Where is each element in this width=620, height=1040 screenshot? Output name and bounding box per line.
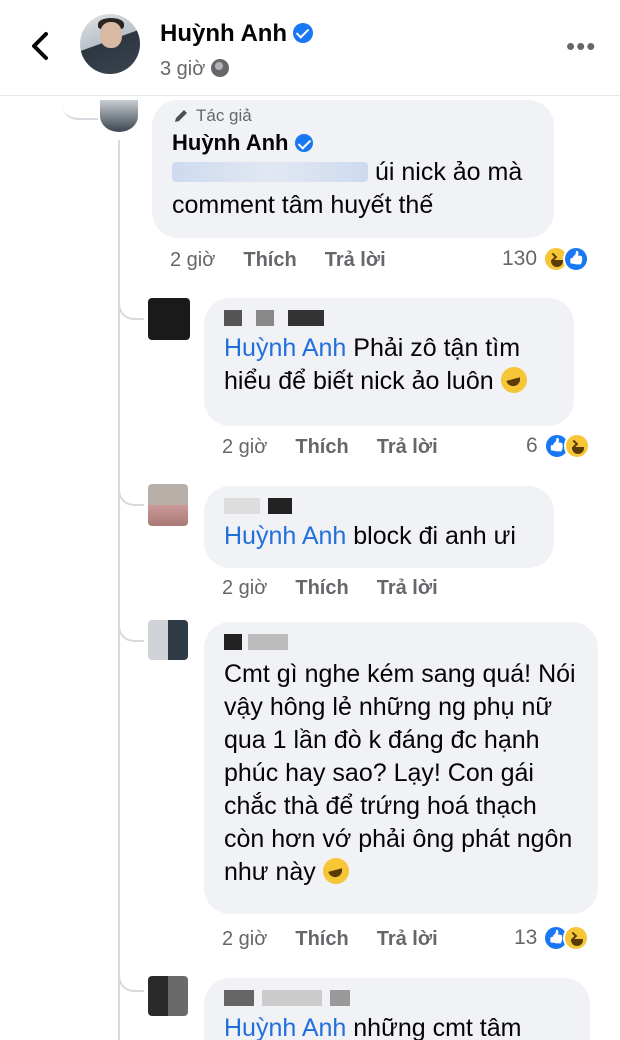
globe-icon (211, 59, 230, 77)
reply-button[interactable]: Trả lời (325, 249, 386, 272)
comment-time: 2 giờ (222, 577, 268, 599)
more-options-icon[interactable]: ••• (566, 33, 596, 59)
comment-actions: 2 giờ Thích Trả lời (222, 577, 438, 600)
pen-icon (175, 110, 187, 122)
commenter-name-blurred (224, 498, 534, 520)
reply-button[interactable]: Trả lời (377, 928, 438, 951)
commenter-name[interactable]: Huỳnh Anh (172, 130, 534, 156)
haha-icon (563, 433, 590, 459)
comment-actions: 2 giờ Thích Trả lời (222, 436, 438, 459)
author-avatar[interactable] (80, 14, 140, 74)
thread-connector (62, 96, 98, 120)
comment-time: 2 giờ (170, 249, 216, 271)
blurred-mention (172, 162, 368, 182)
commenter-avatar[interactable] (148, 976, 188, 1016)
comment-bubble: Tác giả Huỳnh Anh úi nick ảo mà comment … (152, 100, 554, 238)
like-button[interactable]: Thích (243, 249, 296, 272)
thread-line (118, 140, 120, 1040)
rofl-icon (322, 858, 349, 884)
commenter-name-blurred (224, 990, 570, 1012)
comment-text: Cmt gì nghe kém sang quá! Nói vậy hông l… (224, 660, 576, 886)
thread-connector (118, 290, 144, 320)
post-header: Huỳnh Anh 3 giờ ••• (0, 0, 620, 96)
comment-text: Huỳnh Anh block đi anh ưi (224, 522, 516, 550)
mention-link[interactable]: Huỳnh Anh (224, 334, 346, 362)
comment-actions: 2 giờ Thích Trả lời (170, 249, 386, 272)
commenter-avatar[interactable] (100, 100, 138, 132)
verified-badge-icon (294, 134, 313, 152)
thread-connector (118, 474, 144, 506)
comment-bubble: Huỳnh Anh block đi anh ưi (204, 486, 554, 568)
comment-text: úi nick ảo mà comment tâm huyết thế (172, 158, 523, 219)
reply-button[interactable]: Trả lời (377, 577, 438, 600)
comment-actions: 2 giờ Thích Trả lời (222, 928, 438, 951)
commenter-avatar[interactable] (148, 298, 190, 340)
post-time: 3 giờ (160, 58, 230, 81)
thread-connector (118, 962, 144, 992)
rofl-icon (500, 367, 527, 393)
comment-time: 2 giờ (222, 928, 268, 950)
reply-button[interactable]: Trả lời (377, 436, 438, 459)
like-button[interactable]: Thích (295, 928, 348, 951)
mention-link[interactable]: Huỳnh Anh (224, 522, 346, 550)
commenter-name-blurred (224, 634, 578, 658)
comment-time: 2 giờ (222, 436, 268, 458)
commenter-avatar[interactable] (148, 484, 188, 526)
verified-badge-icon (293, 23, 314, 43)
author-tag: Tác giả (172, 106, 534, 126)
author-name[interactable]: Huỳnh Anh (160, 20, 314, 48)
comment-bubble: Cmt gì nghe kém sang quá! Nói vậy hông l… (204, 622, 598, 914)
like-button[interactable]: Thích (295, 436, 348, 459)
comment-text: Huỳnh Anh Phải zô tận tìm hiểu để biết n… (224, 332, 554, 398)
back-arrow-icon[interactable] (22, 26, 58, 66)
like-icon (563, 246, 590, 272)
like-button[interactable]: Thích (295, 577, 348, 600)
reaction-summary[interactable]: 130 (502, 246, 590, 272)
reaction-summary[interactable]: 13 (514, 925, 590, 951)
thread-connector (118, 612, 144, 642)
comment-text: Huỳnh Anh những cmt tâm (224, 1014, 522, 1040)
reaction-summary[interactable]: 6 (526, 433, 590, 459)
commenter-name-blurred (224, 310, 554, 332)
mention-link[interactable]: Huỳnh Anh (224, 1014, 346, 1040)
commenter-avatar[interactable] (148, 620, 188, 660)
haha-icon (563, 925, 590, 951)
comment-bubble: Huỳnh Anh những cmt tâm (204, 978, 590, 1040)
comment-bubble: Huỳnh Anh Phải zô tận tìm hiểu để biết n… (204, 298, 574, 426)
